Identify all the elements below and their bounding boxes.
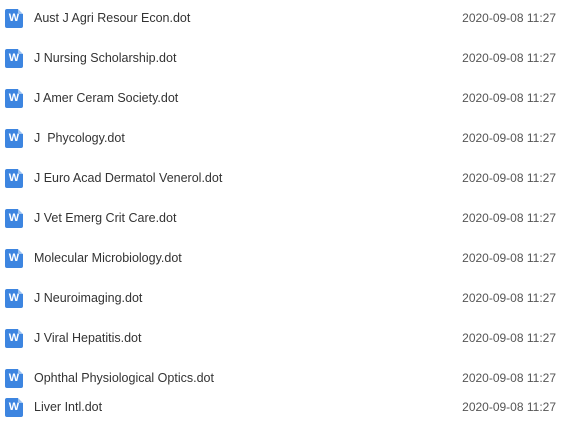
- file-modified-date: 2020-09-08 11:27: [462, 171, 556, 185]
- file-modified-date: 2020-09-08 11:27: [462, 91, 556, 105]
- file-row[interactable]: W Aust J Agri Resour Econ.dot 2020-09-08…: [0, 0, 563, 39]
- file-list: W Aust J Agri Resour Econ.dot 2020-09-08…: [0, 0, 563, 431]
- file-name[interactable]: J Nursing Scholarship.dot: [34, 49, 176, 68]
- file-modified-date: 2020-09-08 11:27: [462, 11, 556, 25]
- file-row[interactable]: W Liver Intl.dot 2020-09-08 11:27: [0, 388, 563, 428]
- file-row[interactable]: W J Phycology.dot 2020-09-08 11:27: [0, 119, 563, 159]
- word-document-icon: W: [5, 9, 23, 28]
- file-name[interactable]: Aust J Agri Resour Econ.dot: [34, 9, 190, 28]
- word-document-icon: W: [5, 398, 23, 417]
- word-document-icon: W: [5, 289, 23, 308]
- file-row[interactable]: W J Vet Emerg Crit Care.dot 2020-09-08 1…: [0, 199, 563, 239]
- word-document-icon: W: [5, 369, 23, 388]
- file-name[interactable]: J Euro Acad Dermatol Venerol.dot: [34, 169, 222, 188]
- word-document-icon: W: [5, 249, 23, 268]
- file-name[interactable]: Ophthal Physiological Optics.dot: [34, 369, 214, 388]
- file-modified-date: 2020-09-08 11:27: [462, 131, 556, 145]
- file-modified-date: 2020-09-08 11:27: [462, 400, 556, 414]
- file-modified-date: 2020-09-08 11:27: [462, 291, 556, 305]
- file-row[interactable]: W J Neuroimaging.dot 2020-09-08 11:27: [0, 279, 563, 319]
- file-modified-date: 2020-09-08 11:27: [462, 51, 556, 65]
- file-name[interactable]: Molecular Microbiology.dot: [34, 249, 182, 268]
- file-name[interactable]: J Neuroimaging.dot: [34, 289, 142, 308]
- file-row[interactable]: W J Viral Hepatitis.dot 2020-09-08 11:27: [0, 319, 563, 359]
- file-name[interactable]: J Phycology.dot: [34, 129, 125, 148]
- file-name[interactable]: J Vet Emerg Crit Care.dot: [34, 209, 176, 228]
- word-document-icon: W: [5, 169, 23, 188]
- file-name[interactable]: Liver Intl.dot: [34, 398, 102, 417]
- file-name[interactable]: J Amer Ceram Society.dot: [34, 89, 178, 108]
- file-name[interactable]: J Viral Hepatitis.dot: [34, 329, 141, 348]
- word-document-icon: W: [5, 89, 23, 108]
- file-modified-date: 2020-09-08 11:27: [462, 211, 556, 225]
- word-document-icon: W: [5, 329, 23, 348]
- file-modified-date: 2020-09-08 11:27: [462, 371, 556, 385]
- file-row[interactable]: W J Nursing Scholarship.dot 2020-09-08 1…: [0, 39, 563, 79]
- file-row[interactable]: W J Euro Acad Dermatol Venerol.dot 2020-…: [0, 159, 563, 199]
- file-row[interactable]: W Molecular Microbiology.dot 2020-09-08 …: [0, 239, 563, 279]
- word-document-icon: W: [5, 129, 23, 148]
- word-document-icon: W: [5, 49, 23, 68]
- file-modified-date: 2020-09-08 11:27: [462, 331, 556, 345]
- file-modified-date: 2020-09-08 11:27: [462, 251, 556, 265]
- file-row[interactable]: W J Amer Ceram Society.dot 2020-09-08 11…: [0, 79, 563, 119]
- word-document-icon: W: [5, 209, 23, 228]
